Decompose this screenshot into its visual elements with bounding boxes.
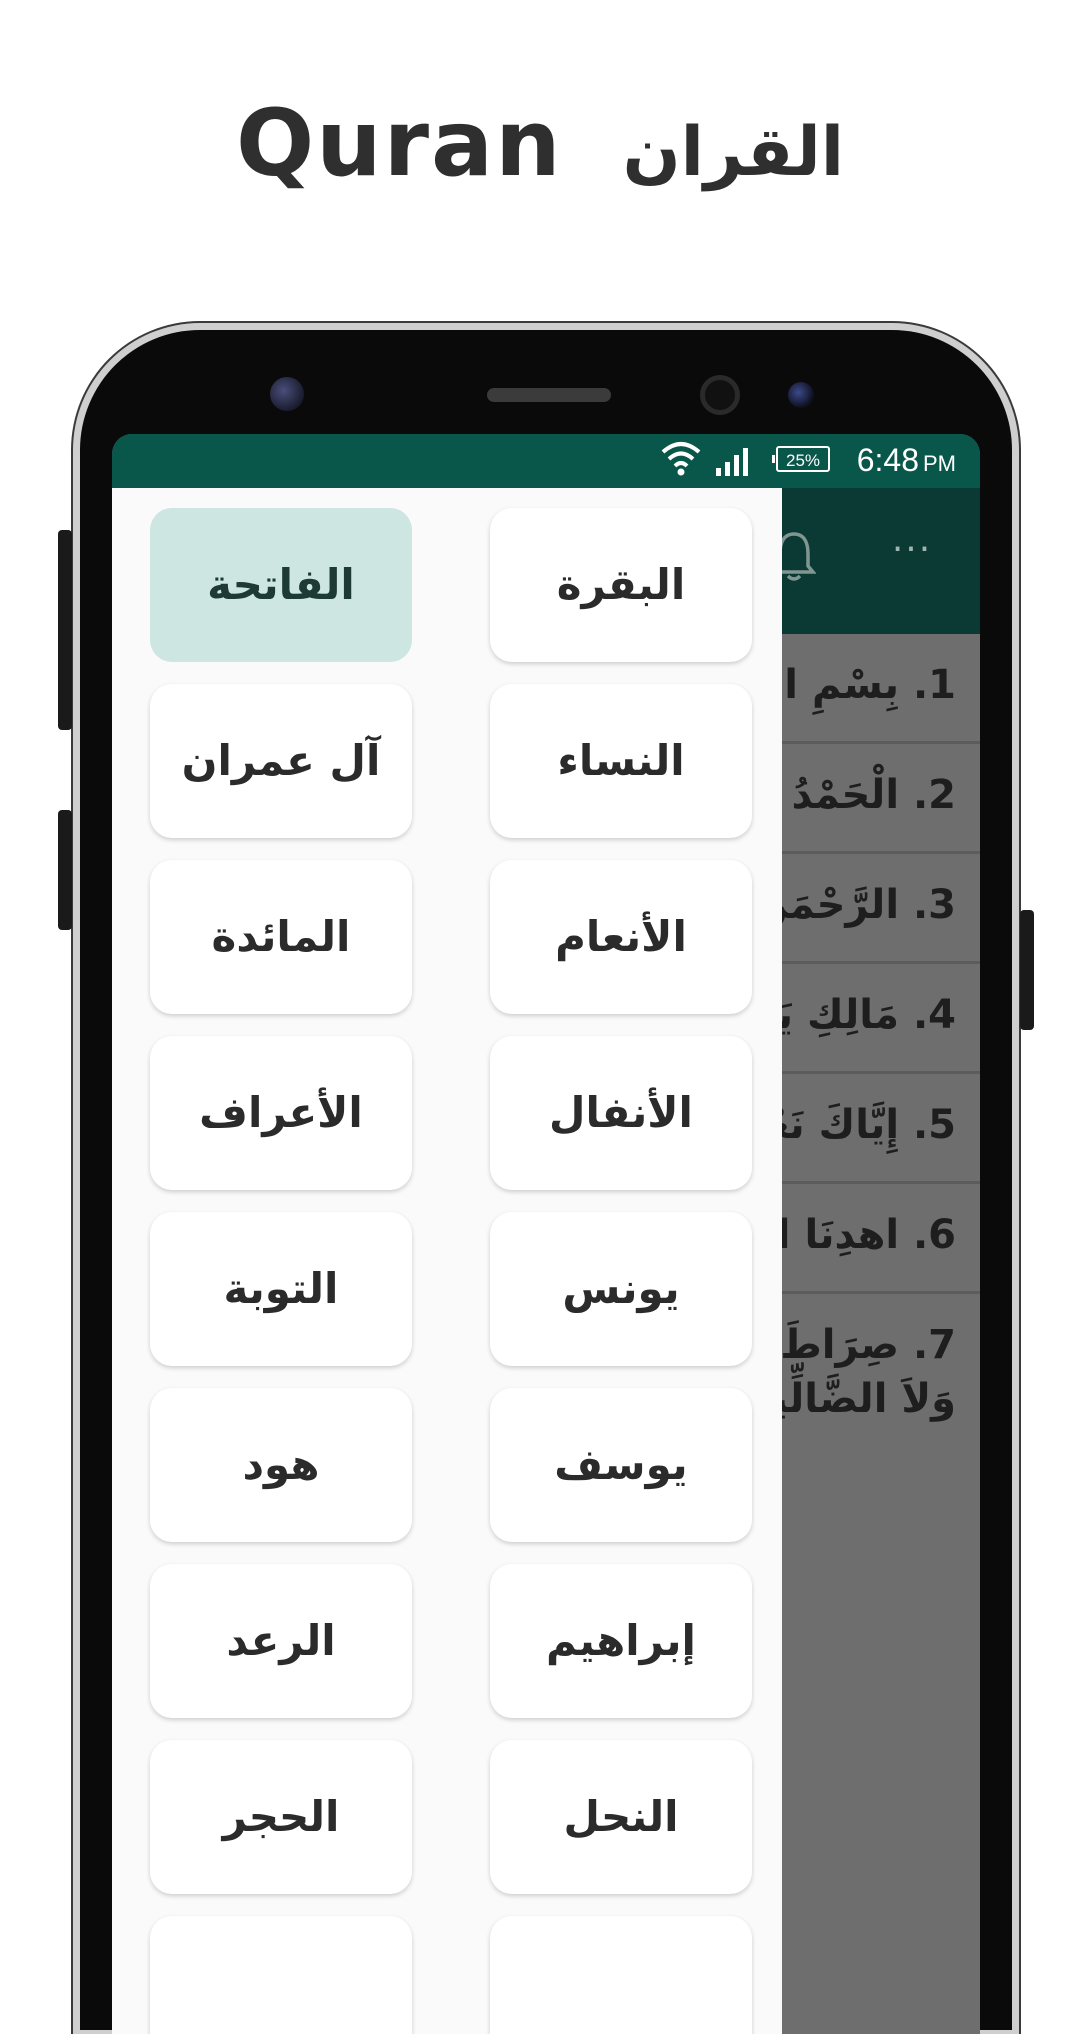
- surah-card[interactable]: الأعراف: [150, 1036, 412, 1190]
- status-time-ampm: PM: [923, 451, 956, 476]
- surah-drawer: الفاتحة البقرة آل عمران النساء المائدة الأنعا…: [112, 488, 782, 2034]
- surah-card[interactable]: التوبة: [150, 1212, 412, 1366]
- surah-card[interactable]: الفاتحة: [150, 508, 412, 662]
- surah-card[interactable]: البقرة: [490, 508, 752, 662]
- wifi-icon: [661, 442, 701, 476]
- surah-card[interactable]: هود: [150, 1388, 412, 1542]
- surah-card[interactable]: يوسف: [490, 1388, 752, 1542]
- surah-card[interactable]: النساء: [490, 684, 752, 838]
- camera-left: [270, 377, 304, 411]
- phone-side-button-left-1: [58, 530, 72, 730]
- surah-card[interactable]: يونس: [490, 1212, 752, 1366]
- battery-indicator: 25%: [772, 446, 830, 472]
- surah-card[interactable]: الرعد: [150, 1564, 412, 1718]
- phone-frame: 25% 6:48 PM ··· 1. بِسْمِ اللَّهِ 2. الْحَ…: [58, 330, 1034, 2034]
- signal-icon: [716, 448, 748, 476]
- iris-scanner: [700, 375, 740, 415]
- promo-title-en: Quran: [235, 90, 563, 197]
- phone-side-button-right: [1020, 910, 1034, 1030]
- promo-title-ar: القران: [622, 113, 845, 192]
- surah-card[interactable]: إبراهيم: [490, 1564, 752, 1718]
- status-time-value: 6:48: [856, 442, 919, 478]
- surah-card-partial[interactable]: [150, 1916, 412, 2034]
- status-bar: 25% 6:48 PM: [112, 434, 980, 488]
- surah-card[interactable]: النحل: [490, 1740, 752, 1894]
- surah-card[interactable]: الأنعام: [490, 860, 752, 1014]
- surah-card[interactable]: آل عمران: [150, 684, 412, 838]
- status-time: 6:48 PM: [857, 442, 956, 479]
- surah-card[interactable]: الحجر: [150, 1740, 412, 1894]
- surah-card-partial[interactable]: [490, 1916, 752, 2034]
- surah-card[interactable]: الأنفال: [490, 1036, 752, 1190]
- phone-screen: 25% 6:48 PM ··· 1. بِسْمِ اللَّهِ 2. الْحَ…: [112, 434, 980, 2034]
- verse-text: 4. مَالِكِ يَوْ: [752, 992, 956, 1038]
- promo-title: Quran القران: [0, 90, 1080, 197]
- earpiece-speaker: [487, 388, 611, 402]
- surah-card[interactable]: المائدة: [150, 860, 412, 1014]
- front-camera: [788, 382, 814, 408]
- phone-side-button-left-2: [58, 810, 72, 930]
- overflow-menu-icon[interactable]: ···: [888, 532, 936, 570]
